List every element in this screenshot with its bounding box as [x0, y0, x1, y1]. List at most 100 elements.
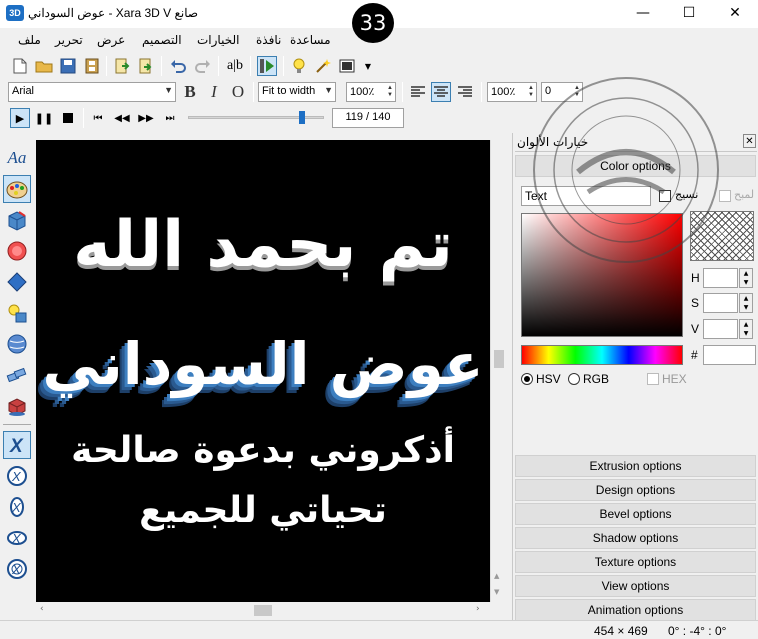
maximize-button[interactable]: ☐	[666, 0, 712, 28]
vertical-scrollbar[interactable]: ▲ ▼	[490, 140, 507, 602]
align-center-icon[interactable]	[431, 82, 451, 102]
frame-slider[interactable]	[188, 111, 324, 125]
menu-view[interactable]: عرض	[97, 33, 125, 47]
panel-close-icon[interactable]: ✕	[743, 134, 756, 148]
bold-button[interactable]: B	[180, 82, 200, 102]
play-icon[interactable]: ▶	[10, 108, 30, 128]
outline-button[interactable]: O	[228, 82, 248, 102]
redo-icon[interactable]	[193, 56, 213, 76]
extrusion-options-button[interactable]: Extrusion options	[515, 455, 756, 477]
menu-design[interactable]: التصميم	[142, 33, 182, 47]
hsv-radio[interactable]	[521, 373, 533, 385]
value-spinner-icon[interactable]: ▲ ▼	[739, 319, 753, 339]
text-options-icon[interactable]: Aa	[3, 144, 31, 172]
horizontal-scrollbar[interactable]: ‹ ›	[36, 602, 490, 619]
saturation-spinner-icon[interactable]: ▲ ▼	[739, 293, 753, 313]
design-options-button[interactable]: Design options	[515, 479, 756, 501]
hue-spinner-icon[interactable]: ▲ ▼	[739, 268, 753, 288]
menu-window[interactable]: نافذة	[256, 33, 281, 47]
color-options-icon[interactable]	[3, 175, 31, 203]
menu-options[interactable]: الخيارات	[197, 33, 239, 47]
scroll-right-arrow-icon[interactable]: ›	[476, 604, 480, 614]
rotate-z-axis-icon[interactable]: X	[3, 524, 31, 552]
open-folder-icon[interactable]	[34, 56, 54, 76]
menu-edit[interactable]: تحرير	[55, 33, 83, 47]
shadow-options-button[interactable]: Shadow options	[515, 527, 756, 549]
letter-spacing-field[interactable]: 0 ▲ ▼	[541, 82, 583, 102]
scroll-left-arrow-icon[interactable]: ‹	[40, 604, 44, 614]
saturation-field[interactable]	[703, 293, 738, 313]
animation-icon[interactable]	[3, 361, 31, 389]
previous-frame-icon[interactable]: ◀◀	[112, 108, 132, 128]
texture-checkbox[interactable]	[659, 190, 671, 202]
texture-icon[interactable]	[3, 330, 31, 358]
light-checkbox[interactable]	[719, 190, 731, 202]
align-right-icon[interactable]	[455, 82, 475, 102]
extrusion-icon[interactable]	[3, 206, 31, 234]
new-file-icon[interactable]	[10, 56, 30, 76]
free-rotate-icon[interactable]: X	[3, 555, 31, 583]
import-icon[interactable]	[112, 56, 132, 76]
bevel-options-button[interactable]: Bevel options	[515, 503, 756, 525]
value-field[interactable]	[703, 319, 738, 339]
magic-wand-icon[interactable]	[313, 56, 333, 76]
line-spacing-field[interactable]: 100٪ ▲ ▼	[487, 82, 537, 102]
last-frame-icon[interactable]: ⏭	[160, 108, 180, 128]
italic-button[interactable]: I	[204, 82, 224, 102]
scroll-down-arrow-icon[interactable]: ▼	[494, 588, 499, 596]
rotation-angles-status: 0° : -4° : 0°	[668, 624, 727, 638]
menu-help[interactable]: مساعدة	[290, 33, 331, 47]
hex-checkbox[interactable]	[647, 373, 659, 385]
first-frame-icon[interactable]: ⏮	[88, 108, 108, 128]
toolbar-separator	[253, 82, 254, 102]
next-frame-icon[interactable]: ▶▶	[136, 108, 156, 128]
tool-separator	[3, 424, 31, 425]
rgb-label: RGB	[583, 372, 610, 386]
hue-field[interactable]	[703, 268, 738, 288]
size-percent-field[interactable]: 100٪ ▲ ▼	[346, 82, 396, 102]
animation-options-button[interactable]: Animation options	[515, 599, 756, 621]
play-animation-icon[interactable]	[257, 56, 277, 76]
frame-border-icon[interactable]	[337, 56, 357, 76]
rotate-x-icon[interactable]: X	[3, 431, 31, 459]
export-film-icon[interactable]	[82, 56, 102, 76]
stop-icon[interactable]	[58, 108, 78, 128]
hue-slider[interactable]	[521, 345, 683, 365]
scroll-up-arrow-icon[interactable]: ▲	[494, 572, 499, 580]
rgb-radio[interactable]	[568, 373, 580, 385]
texture-label: نسيج	[675, 188, 699, 201]
menu-file[interactable]: ملف	[18, 33, 41, 47]
view-options-icon[interactable]	[3, 392, 31, 420]
pause-icon[interactable]: ❚❚	[34, 108, 54, 128]
toolbar-separator	[402, 82, 403, 102]
saturation-value-picker[interactable]	[521, 213, 683, 337]
vertical-scroll-thumb[interactable]	[494, 350, 504, 368]
view-options-button[interactable]: View options	[515, 575, 756, 597]
export-icon[interactable]	[136, 56, 156, 76]
shadow-icon[interactable]	[3, 268, 31, 296]
texture-options-button[interactable]: Texture options	[515, 551, 756, 573]
color-options-panel: خيارات الألوان ✕ Color options Text نسيج…	[512, 133, 758, 621]
align-left-icon[interactable]	[408, 82, 428, 102]
bevel-icon[interactable]	[3, 237, 31, 265]
dropdown-arrow-icon[interactable]: ▼	[358, 56, 378, 76]
rotate-x-axis-icon[interactable]: X	[3, 462, 31, 490]
save-icon[interactable]	[58, 56, 78, 76]
horizontal-scroll-thumb[interactable]	[254, 605, 272, 616]
color-options-header[interactable]: Color options	[515, 155, 756, 177]
rotate-y-axis-icon[interactable]: X	[3, 493, 31, 521]
frame-slider-thumb[interactable]	[299, 111, 305, 124]
undo-icon[interactable]	[168, 56, 188, 76]
font-select[interactable]: Arial ▼	[8, 82, 176, 102]
close-window-button[interactable]: ✕	[712, 0, 758, 28]
3d-preview-canvas[interactable]: تم بحمد الله عوض السوداني أذكروني بدعوة …	[36, 140, 490, 602]
lightbulb-icon[interactable]	[289, 56, 309, 76]
lighting-icon[interactable]	[3, 299, 31, 327]
color-target-select[interactable]: Text	[521, 186, 651, 206]
minimize-button[interactable]: —	[620, 0, 666, 28]
fit-mode-select[interactable]: Fit to width ▼	[258, 82, 336, 102]
text-edit-icon[interactable]: a|b	[225, 56, 245, 76]
step-number-badge: 33	[352, 3, 394, 43]
hex-code-field[interactable]	[703, 345, 756, 365]
app-logo-icon: 3D	[6, 5, 24, 21]
